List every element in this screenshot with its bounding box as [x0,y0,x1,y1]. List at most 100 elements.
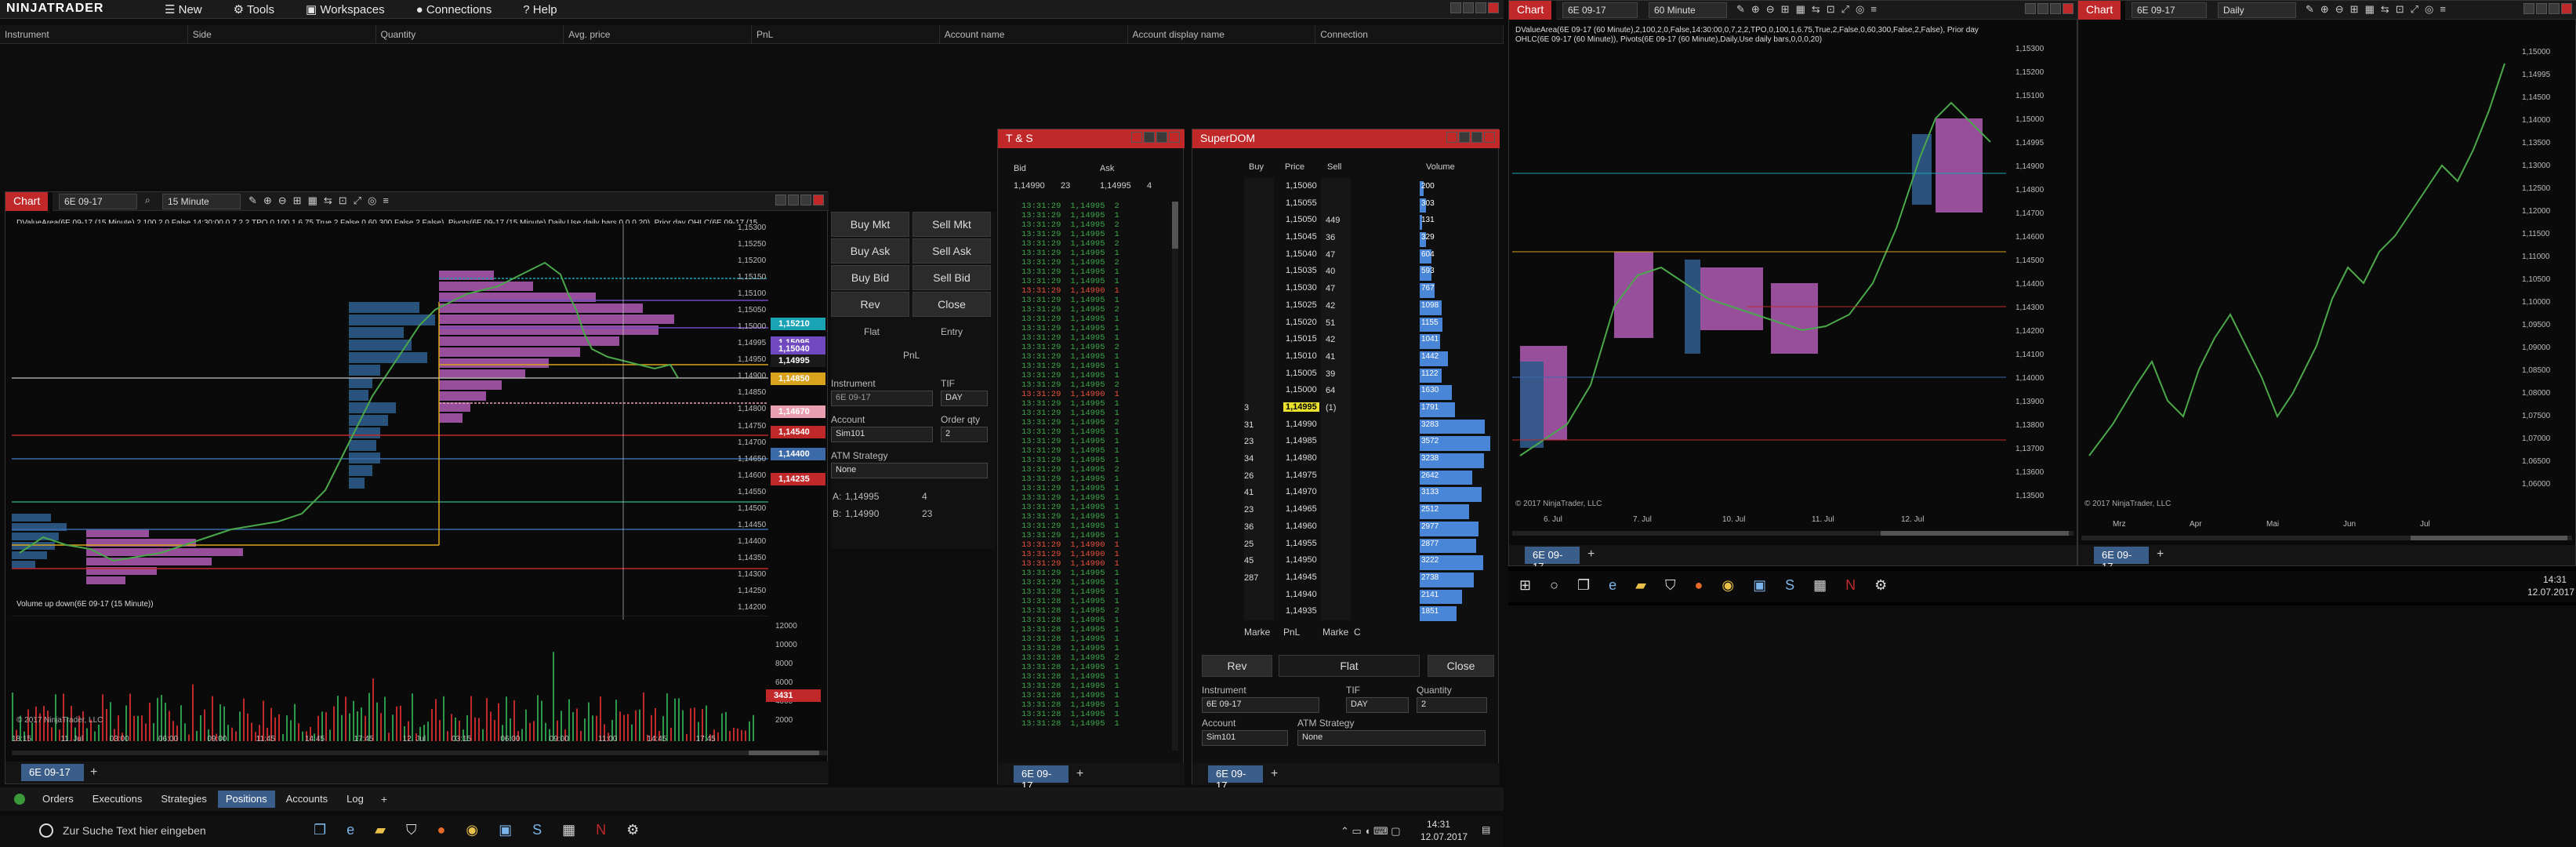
folder-icon[interactable]: ▰ [375,822,386,838]
buy-ask-button[interactable]: Buy Ask [831,238,909,264]
pin-icon[interactable] [2025,3,2036,14]
chart2-tab[interactable]: 6E 09-17 [1525,547,1580,573]
dom-row[interactable]: 1,15020 51 1155 [1239,316,1498,333]
add-tab-icon[interactable]: + [1587,547,1595,562]
ninjatrader-icon[interactable]: N [596,822,606,838]
ninjatrader-icon[interactable]: N [1845,577,1856,594]
bottom-tab-log[interactable]: Log [339,791,372,808]
dom-atm-select[interactable]: None [1297,730,1486,746]
chart1-drawing-tools[interactable]: ✎⊕⊖⊞▦⇆⊡⤢◎≡ [249,194,395,207]
dom-row[interactable]: 1,15015 42 1041 [1239,333,1498,350]
buy-mkt-button[interactable]: Buy Mkt [831,212,909,237]
task-view-icon[interactable]: ❐ [314,822,326,838]
tray-icons[interactable]: ⌃ ▭ ◖ ⌨ ▢ [1341,825,1401,838]
dom-row[interactable]: 1,15005 39 1122 [1239,367,1498,384]
account-select[interactable]: Sim101 [831,427,933,442]
chart1-scrollbar[interactable] [12,751,827,755]
dom-row[interactable]: 23 1,14985 3572 [1239,434,1498,452]
atm-strategy-select[interactable]: None [831,463,988,478]
col-quantity[interactable]: Quantity [376,25,564,43]
close-icon[interactable] [813,194,824,205]
menu-workspaces[interactable]: ▣ Workspaces [306,2,385,16]
close-icon[interactable] [1484,132,1495,143]
tif-select[interactable]: DAY [941,391,988,406]
dom-row[interactable]: 1,15000 64 1630 [1239,384,1498,401]
close-icon[interactable] [1131,132,1142,143]
minimize-icon[interactable] [2536,3,2547,14]
dom-row[interactable]: 1,15040 47 604 [1239,248,1498,265]
bottom-tab-executions[interactable]: Executions [85,791,151,808]
minimize-icon[interactable] [1459,132,1470,143]
dom-row[interactable]: 23 1,14965 2512 [1239,503,1498,520]
maximize-icon[interactable] [800,194,811,205]
dom-row[interactable]: 1,15025 42 1098 [1239,299,1498,316]
start-icon[interactable]: ⊞ [1519,577,1531,594]
col-account-display-name[interactable]: Account display name [1128,25,1316,43]
chart3-scrollbar[interactable] [2081,536,2572,540]
dom-row[interactable]: 287 1,14945 2738 [1239,571,1498,588]
maximize-icon[interactable] [2549,3,2560,14]
chart1-tab[interactable]: 6E 09-17 [21,764,84,781]
dom-row[interactable]: 1,15010 41 1442 [1239,350,1498,367]
menu-help[interactable]: ? Help [523,3,557,16]
close-icon[interactable] [2561,3,2572,14]
add-tab-icon[interactable]: + [90,765,97,780]
dom-row[interactable]: 1,14940 2141 [1239,588,1498,605]
col-pnl[interactable]: PnL [752,25,940,43]
chrome-icon[interactable]: ◉ [466,822,478,838]
chart1-price-panel[interactable] [12,224,768,620]
store-icon[interactable]: ⛉ [406,822,417,838]
store-icon[interactable]: ⛉ [1665,577,1676,594]
close-button[interactable]: Close [912,292,991,317]
dom-footer-market-sell[interactable]: Marke [1322,627,1348,638]
bottom-tab-strategies[interactable]: Strategies [153,791,215,808]
dom-rev-button[interactable]: Rev [1202,655,1272,677]
dom-row[interactable]: 45 1,14950 3222 [1239,554,1498,571]
order-qty-stepper[interactable]: 2 [941,427,988,442]
chrome-icon[interactable]: ◉ [1722,577,1734,594]
taskbar-search[interactable]: Zur Suche Text hier eingeben [63,824,206,837]
app-icon[interactable]: ▣ [1753,577,1766,594]
chart2-price-panel[interactable] [1512,48,2006,518]
misc-icon[interactable]: ⚙ [626,822,639,838]
dom-row[interactable]: 26 1,14975 2642 [1239,469,1498,486]
pin-icon[interactable] [2523,3,2534,14]
sell-mkt-button[interactable]: Sell Mkt [912,212,991,237]
dom-row[interactable]: 31 1,14990 3283 [1239,418,1498,435]
chart3-drawing-tools[interactable]: ✎⊕⊖⊞▦⇆⊡⤢◎≡ [2306,3,2452,16]
chart2-interval-select[interactable]: 60 Minute [1649,2,1727,18]
dom-close-button[interactable]: Close [1428,655,1494,677]
dom-row[interactable]: 25 1,14955 2877 [1239,537,1498,554]
minimize-icon[interactable] [788,194,799,205]
dom-row[interactable]: 41 1,14970 3133 [1239,485,1498,503]
app-icon[interactable]: ▣ [499,822,512,838]
menu-connections[interactable]: ● Connections [416,3,492,16]
calculator-icon[interactable]: ▦ [1813,577,1827,594]
folder-icon[interactable]: ▰ [1635,577,1646,594]
dom-footer-c[interactable]: C [1354,627,1361,638]
dom-row[interactable]: 1,15060 200 [1239,180,1498,197]
maximize-icon[interactable] [1471,132,1482,143]
rev-button[interactable]: Rev [831,292,909,317]
chart3-instrument-select[interactable]: 6E 09-17 [2132,2,2207,18]
sell-bid-button[interactable]: Sell Bid [912,265,991,290]
dom-row[interactable]: 1,15050 449 131 [1239,213,1498,231]
dom-row[interactable]: 1,15055 303 [1239,197,1498,214]
firefox-icon[interactable]: ● [1694,577,1703,594]
close-icon[interactable] [2063,3,2073,14]
skype-icon[interactable]: S [1785,577,1794,594]
cortana-icon[interactable] [39,823,53,838]
maximize-icon[interactable] [2050,3,2061,14]
col-avg-price[interactable]: Avg. price [564,25,752,43]
col-connection[interactable]: Connection [1315,25,1504,43]
pin-icon[interactable] [1450,2,1461,13]
edge-icon[interactable]: e [346,822,354,838]
minimize-icon[interactable] [1144,132,1155,143]
maximize-icon[interactable] [1475,2,1486,13]
dom-flat-button[interactable]: Flat [1279,655,1420,677]
skype-icon[interactable]: S [532,822,542,838]
menu-new[interactable]: ☰ New [165,2,202,16]
col-side[interactable]: Side [188,25,376,43]
edge-icon[interactable]: e [1609,577,1616,594]
maximize-icon[interactable] [1156,132,1167,143]
